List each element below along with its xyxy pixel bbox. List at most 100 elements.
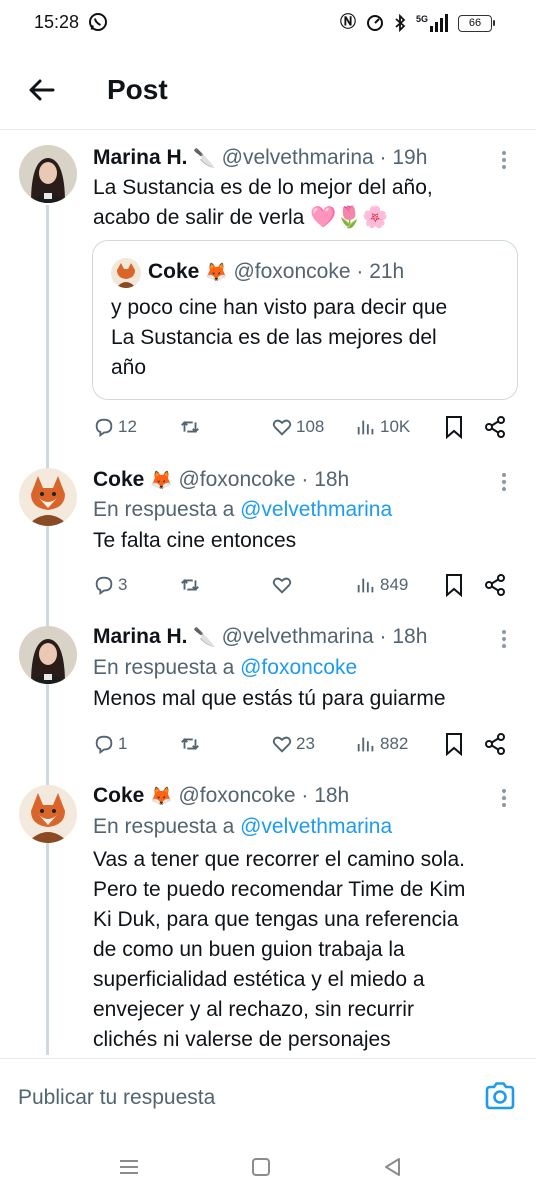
text-line: Pero te puedo recomendar Time de Kim (93, 878, 466, 901)
menu-nav-icon[interactable] (116, 1154, 142, 1180)
reply-prefix: En respuesta a (93, 656, 235, 679)
tweet-time[interactable]: · 18h (380, 625, 428, 648)
reply-context: En respuesta a @foxoncoke (93, 654, 357, 682)
tweet-time[interactable]: · 19h (380, 146, 428, 169)
text-line: Ki Duk, para que tengas una referencia (93, 908, 459, 931)
battery-icon: 66 (458, 14, 495, 32)
avatar[interactable] (19, 468, 77, 526)
status-bar: 15:28 Ⓝ 5G 66 (0, 0, 536, 48)
reply-icon (95, 576, 113, 596)
status-time: 15:28 (34, 12, 80, 32)
reply-button[interactable]: 1 (93, 731, 127, 757)
back-nav-icon[interactable] (380, 1154, 406, 1180)
tweet-time[interactable]: · 18h (301, 784, 349, 807)
tweet-header: Coke 🦊 @foxoncoke · 18h (93, 466, 496, 494)
text-line: La Sustancia es de las mejores del (111, 326, 437, 349)
quoted-tweet[interactable]: Coke 🦊 @foxoncoke · 21h y poco cine han … (92, 240, 518, 400)
share-icon[interactable] (483, 573, 507, 597)
speed-icon (366, 15, 383, 31)
tweet-time[interactable]: · 18h (301, 468, 349, 491)
reply-icon (95, 735, 113, 755)
tweet-text: Vas a tener que recorrer el camino sola.… (93, 845, 506, 1055)
repost-button[interactable] (179, 414, 204, 440)
repost-icon (181, 738, 199, 750)
quote-avatar (111, 258, 141, 288)
bookmark-icon[interactable] (443, 573, 465, 597)
views-button[interactable]: 10K (355, 414, 410, 440)
like-button[interactable] (271, 572, 296, 598)
author-handle[interactable]: @foxoncoke (178, 468, 295, 491)
author-handle[interactable]: @velvethmarina (222, 146, 374, 169)
back-arrow-icon[interactable] (26, 74, 58, 106)
bluetooth-icon (395, 14, 406, 32)
more-options-icon[interactable] (494, 786, 514, 810)
views-button[interactable]: 849 (355, 572, 408, 598)
text-line: acabo de salir de verla 🩷🌷🌸 (93, 206, 389, 229)
header: Post (0, 56, 536, 128)
quote-text: y poco cine han visto para decir que La … (111, 293, 447, 383)
reply-context: En respuesta a @velvethmarina (93, 496, 392, 524)
tweet-text: Te falta cine entonces (93, 526, 506, 556)
view-count: 849 (380, 575, 409, 594)
text-line: superficialidad estética y el miedo a (93, 968, 425, 991)
like-button[interactable]: 108 (271, 414, 324, 440)
repost-button[interactable] (179, 731, 204, 757)
repost-button[interactable] (179, 572, 204, 598)
heart-icon (272, 577, 292, 594)
avatar[interactable] (19, 785, 77, 843)
whatsapp-icon (89, 13, 107, 31)
reply-context: En respuesta a @velvethmarina (93, 813, 392, 841)
thread-feed[interactable]: Marina H. 🔪 @velvethmarina · 19h La Sust… (0, 130, 536, 1058)
fox-emoji: 🦊 (150, 470, 173, 490)
views-button[interactable]: 882 (355, 731, 408, 757)
repost-icon (181, 421, 199, 433)
author-name[interactable]: Coke (93, 784, 144, 807)
status-icons: Ⓝ 5G 66 (339, 12, 495, 34)
tweet-actions: 3 849 (93, 572, 513, 598)
reply-button[interactable]: 12 (93, 414, 137, 440)
tweet[interactable]: Marina H. 🔪 @velvethmarina · 19h La Sust… (0, 130, 536, 450)
reply-mention-link[interactable]: @foxoncoke (240, 656, 357, 679)
reply-icon (95, 418, 113, 438)
bookmark-icon[interactable] (443, 415, 465, 439)
analytics-icon (357, 578, 374, 593)
tweet-header: Coke 🦊 @foxoncoke · 18h (93, 782, 496, 810)
text-line: envejecer y al rechazo, sin recurrir (93, 998, 414, 1021)
tweet-actions: 12 108 10K (93, 414, 513, 440)
author-name[interactable]: Coke (93, 468, 144, 491)
tweet-text: La Sustancia es de lo mejor del año, aca… (93, 173, 506, 233)
reply-bar (0, 1059, 536, 1135)
like-button[interactable]: 23 (271, 731, 315, 757)
reply-input[interactable] (18, 1081, 458, 1115)
reply-button[interactable]: 3 (93, 572, 127, 598)
bookmark-icon[interactable] (443, 732, 465, 756)
more-options-icon[interactable] (494, 627, 514, 651)
avatar[interactable] (19, 626, 77, 684)
quote-author-handle: @foxoncoke (233, 260, 351, 283)
tweet[interactable]: Coke 🦊 @foxoncoke · 18h En respuesta a @… (0, 770, 536, 1058)
author-name[interactable]: Marina H. (93, 146, 188, 169)
page-title: Post (107, 74, 168, 105)
author-handle[interactable]: @foxoncoke (178, 784, 295, 807)
text-line: de como un buen guion trabaja la (93, 938, 405, 961)
camera-icon[interactable] (484, 1081, 516, 1111)
like-count: 23 (296, 734, 315, 753)
reply-mention-link[interactable]: @velvethmarina (240, 498, 392, 521)
home-nav-icon[interactable] (248, 1154, 274, 1180)
author-handle[interactable]: @velvethmarina (222, 625, 374, 648)
more-options-icon[interactable] (494, 148, 514, 172)
share-icon[interactable] (483, 415, 507, 439)
tweet[interactable]: Coke 🦊 @foxoncoke · 18h En respuesta a @… (0, 450, 536, 610)
reply-mention-link[interactable]: @velvethmarina (240, 815, 392, 838)
nfc-icon: Ⓝ (339, 14, 356, 31)
knife-emoji: 🔪 (193, 627, 216, 647)
author-name[interactable]: Marina H. (93, 625, 188, 648)
text-line: Vas a tener que recorrer el camino sola. (93, 848, 465, 871)
more-options-icon[interactable] (494, 470, 514, 494)
knife-emoji: 🔪 (193, 148, 216, 168)
reply-count: 3 (118, 575, 128, 594)
avatar[interactable] (19, 145, 77, 203)
text-line: clichés ni valerse de personajes (93, 1028, 391, 1051)
tweet[interactable]: Marina H. 🔪 @velvethmarina · 18h En resp… (0, 610, 536, 770)
share-icon[interactable] (483, 732, 507, 756)
